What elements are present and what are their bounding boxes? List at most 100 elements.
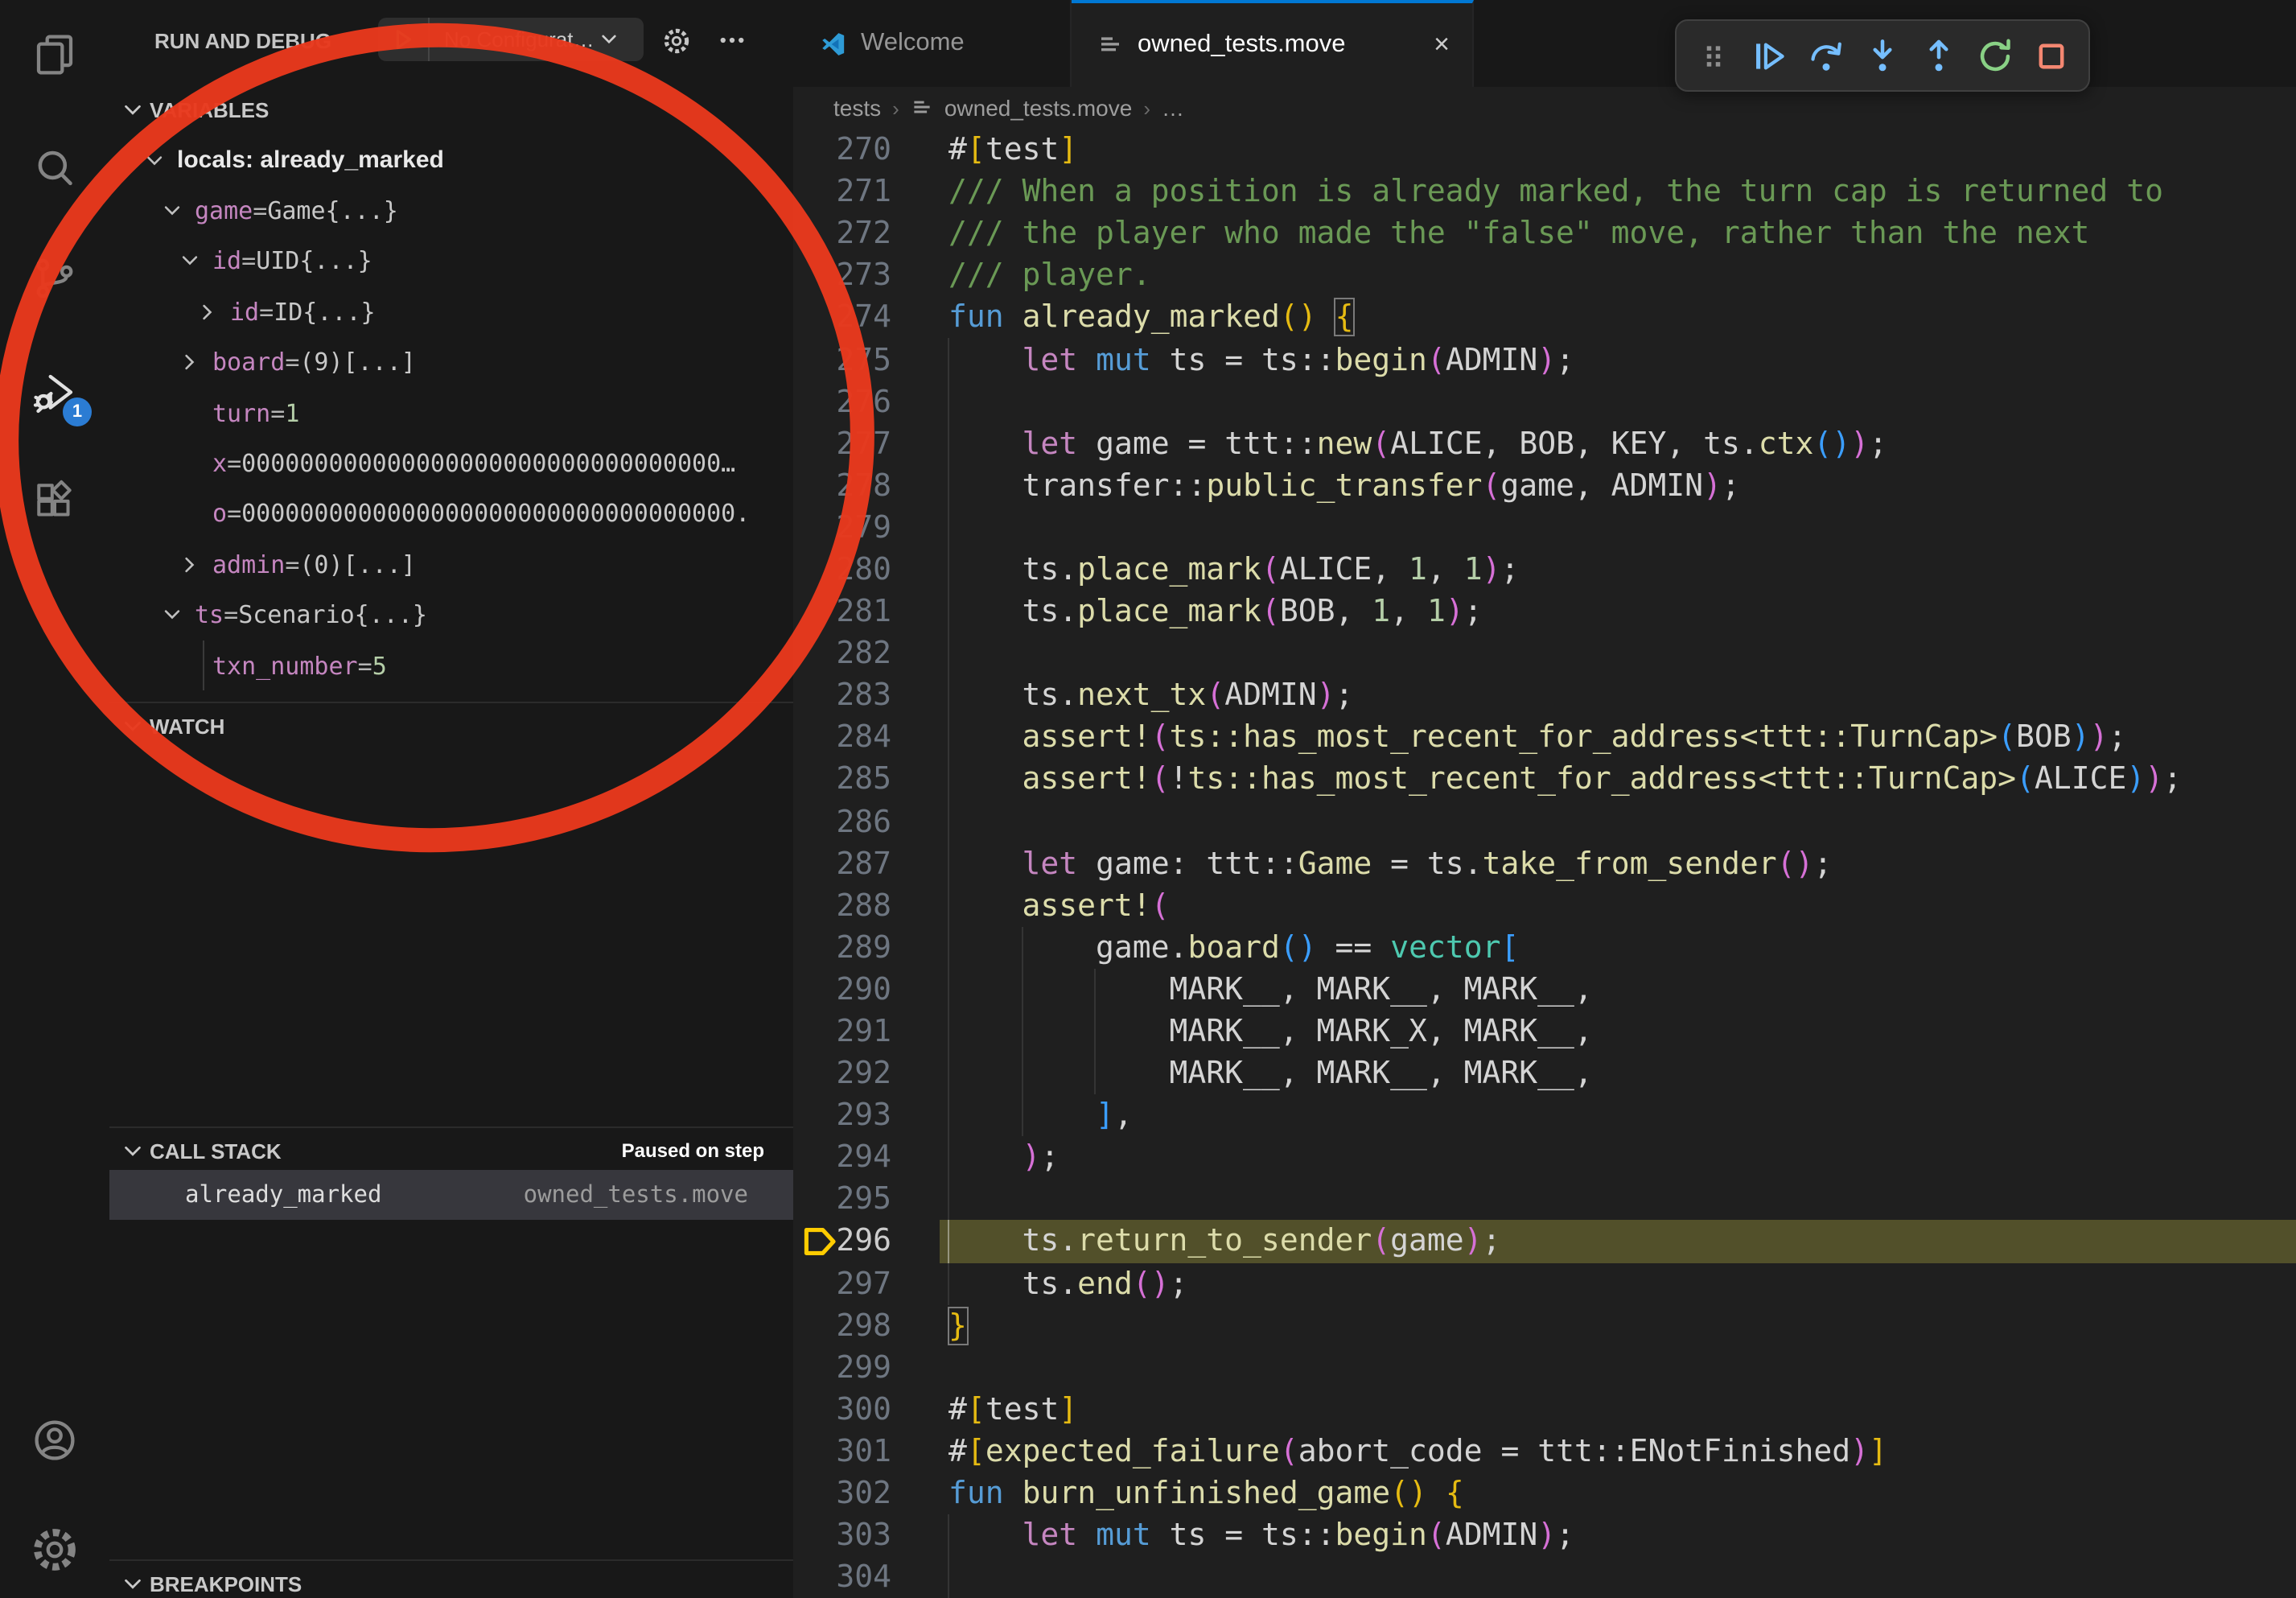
code-line-276: 276 (793, 381, 2296, 422)
launch-config-dropdown[interactable]: No Configurations (378, 18, 644, 61)
chevron-down-icon[interactable] (143, 149, 177, 171)
line-number[interactable]: 288 (793, 888, 891, 923)
tab-welcome[interactable]: Welcome (793, 0, 1072, 87)
line-number[interactable]: 276 (793, 384, 891, 419)
extensions-icon[interactable] (29, 476, 80, 528)
line-number[interactable]: 290 (793, 972, 891, 1007)
breadcrumb-item[interactable]: … (1162, 95, 1184, 121)
settings-gear-icon[interactable] (29, 1524, 80, 1575)
chevron-down-icon[interactable] (161, 603, 195, 626)
ellipsis-icon[interactable] (714, 23, 750, 58)
variable-row-admin[interactable]: admin = (0)[...] (109, 539, 793, 590)
run-and-debug-icon[interactable]: 1 (29, 367, 80, 418)
variable-row-o[interactable]: o = 0000000000000000000000000000000000. (109, 488, 793, 539)
code-text: transfer::public_transfer(game, ADMIN); (891, 468, 1740, 504)
code-line-293: 293 ], (793, 1094, 2296, 1136)
variable-row-turn[interactable]: turn = 1 (109, 388, 793, 439)
variable-row-ts[interactable]: ts = Scenario{...} (109, 590, 793, 640)
line-number[interactable]: 294 (793, 1140, 891, 1176)
line-number[interactable]: 273 (793, 258, 891, 294)
code-line-283: 283 ts.next_tx(ADMIN); (793, 674, 2296, 716)
account-icon[interactable] (29, 1415, 80, 1466)
line-number[interactable]: 282 (793, 636, 891, 671)
line-number[interactable]: 299 (793, 1350, 891, 1386)
variables-section-header[interactable]: VARIABLES (109, 87, 793, 132)
step-out-button[interactable] (1918, 35, 1960, 76)
close-icon[interactable]: × (1434, 29, 1450, 61)
line-number[interactable]: 297 (793, 1266, 891, 1301)
source-control-icon[interactable] (29, 253, 80, 304)
code-text: #[expected_failure(abort_code = ttt::ENo… (891, 1434, 1887, 1469)
tab-owned-tests-move[interactable]: owned_tests.move × (1072, 0, 1474, 87)
line-number[interactable]: 304 (793, 1559, 891, 1595)
line-number[interactable]: 279 (793, 510, 891, 546)
line-number[interactable]: 285 (793, 762, 891, 797)
variable-value: 000000000000000000000000000000000… (241, 449, 735, 478)
code-line-288: 288 assert!( (793, 884, 2296, 926)
variable-row-txn_number[interactable]: txn_number = 5 (109, 640, 793, 691)
paused-status-badge: Paused on step (622, 1139, 764, 1162)
variable-value: 1 (285, 398, 299, 427)
breakpoints-section-header[interactable]: BREAKPOINTS (109, 1561, 793, 1598)
variable-row-x[interactable]: x = 000000000000000000000000000000000… (109, 439, 793, 489)
line-number[interactable]: 287 (793, 846, 891, 881)
line-number[interactable]: 271 (793, 174, 891, 209)
tab-label: owned_tests.move (1138, 31, 1346, 60)
line-number[interactable]: 280 (793, 552, 891, 587)
chevron-right-icon[interactable] (179, 352, 212, 374)
breadcrumb-item[interactable]: owned_tests.move (944, 95, 1132, 121)
line-number[interactable]: 292 (793, 1056, 891, 1091)
variable-name: x (212, 449, 227, 478)
continue-button[interactable] (1749, 35, 1791, 76)
variable-row-scope[interactable]: locals: already_marked (109, 135, 793, 186)
explorer-icon[interactable] (29, 29, 80, 80)
step-into-button[interactable] (1862, 35, 1903, 76)
line-number[interactable]: 284 (793, 720, 891, 756)
watch-section-header[interactable]: WATCH (109, 703, 793, 748)
variable-name: admin (212, 550, 285, 579)
line-number[interactable]: 293 (793, 1098, 891, 1133)
line-number[interactable]: 300 (793, 1392, 891, 1427)
line-number[interactable]: 277 (793, 426, 891, 461)
drag-handle-icon[interactable] (1693, 35, 1734, 76)
line-number[interactable]: 275 (793, 342, 891, 377)
line-number[interactable]: 298 (793, 1308, 891, 1343)
chevron-right-icon[interactable] (179, 554, 212, 576)
restart-button[interactable] (1974, 35, 2016, 76)
line-number[interactable]: 301 (793, 1434, 891, 1469)
variable-row-id[interactable]: id = UID{...} (109, 237, 793, 287)
equals-sign: = (270, 398, 285, 427)
line-number[interactable]: 270 (793, 132, 891, 167)
chevron-down-icon (121, 714, 150, 738)
call-stack-frame[interactable]: already_marked owned_tests.move (109, 1170, 793, 1221)
stop-button[interactable] (2031, 35, 2072, 76)
line-number[interactable]: 291 (793, 1014, 891, 1049)
line-number[interactable]: 278 (793, 468, 891, 504)
line-number[interactable]: 274 (793, 300, 891, 336)
variable-row-board[interactable]: board = (9)[...] (109, 337, 793, 388)
gear-icon[interactable] (658, 23, 693, 58)
chevron-right-icon[interactable] (196, 301, 230, 323)
start-debug-play-icon[interactable] (378, 27, 428, 51)
call-stack-section-header[interactable]: CALL STACK Paused on step (109, 1128, 793, 1173)
breadcrumb-item[interactable]: tests (833, 95, 881, 121)
line-number[interactable]: 289 (793, 930, 891, 966)
code-viewport: 270#[test]271/// When a position is alre… (793, 129, 2296, 1598)
chevron-down-icon[interactable] (179, 250, 212, 273)
indent-guide (948, 1179, 949, 1221)
variable-row-game[interactable]: game = Game{...} (109, 186, 793, 237)
line-number[interactable]: 302 (793, 1476, 891, 1511)
search-icon[interactable] (29, 143, 80, 195)
line-number[interactable]: 281 (793, 594, 891, 629)
line-number[interactable]: 283 (793, 678, 891, 714)
line-number[interactable]: 295 (793, 1182, 891, 1217)
variable-row-id[interactable]: id = ID{...} (109, 286, 793, 337)
line-number[interactable]: 286 (793, 804, 891, 839)
line-number[interactable]: 272 (793, 216, 891, 251)
code-line-296: 296 ts.return_to_sender(game); (793, 1221, 2296, 1262)
step-over-button[interactable] (1805, 35, 1847, 76)
code-line-295: 295 (793, 1179, 2296, 1221)
chevron-right-icon: › (1143, 96, 1150, 120)
line-number[interactable]: 303 (793, 1518, 891, 1553)
chevron-down-icon[interactable] (161, 200, 195, 222)
